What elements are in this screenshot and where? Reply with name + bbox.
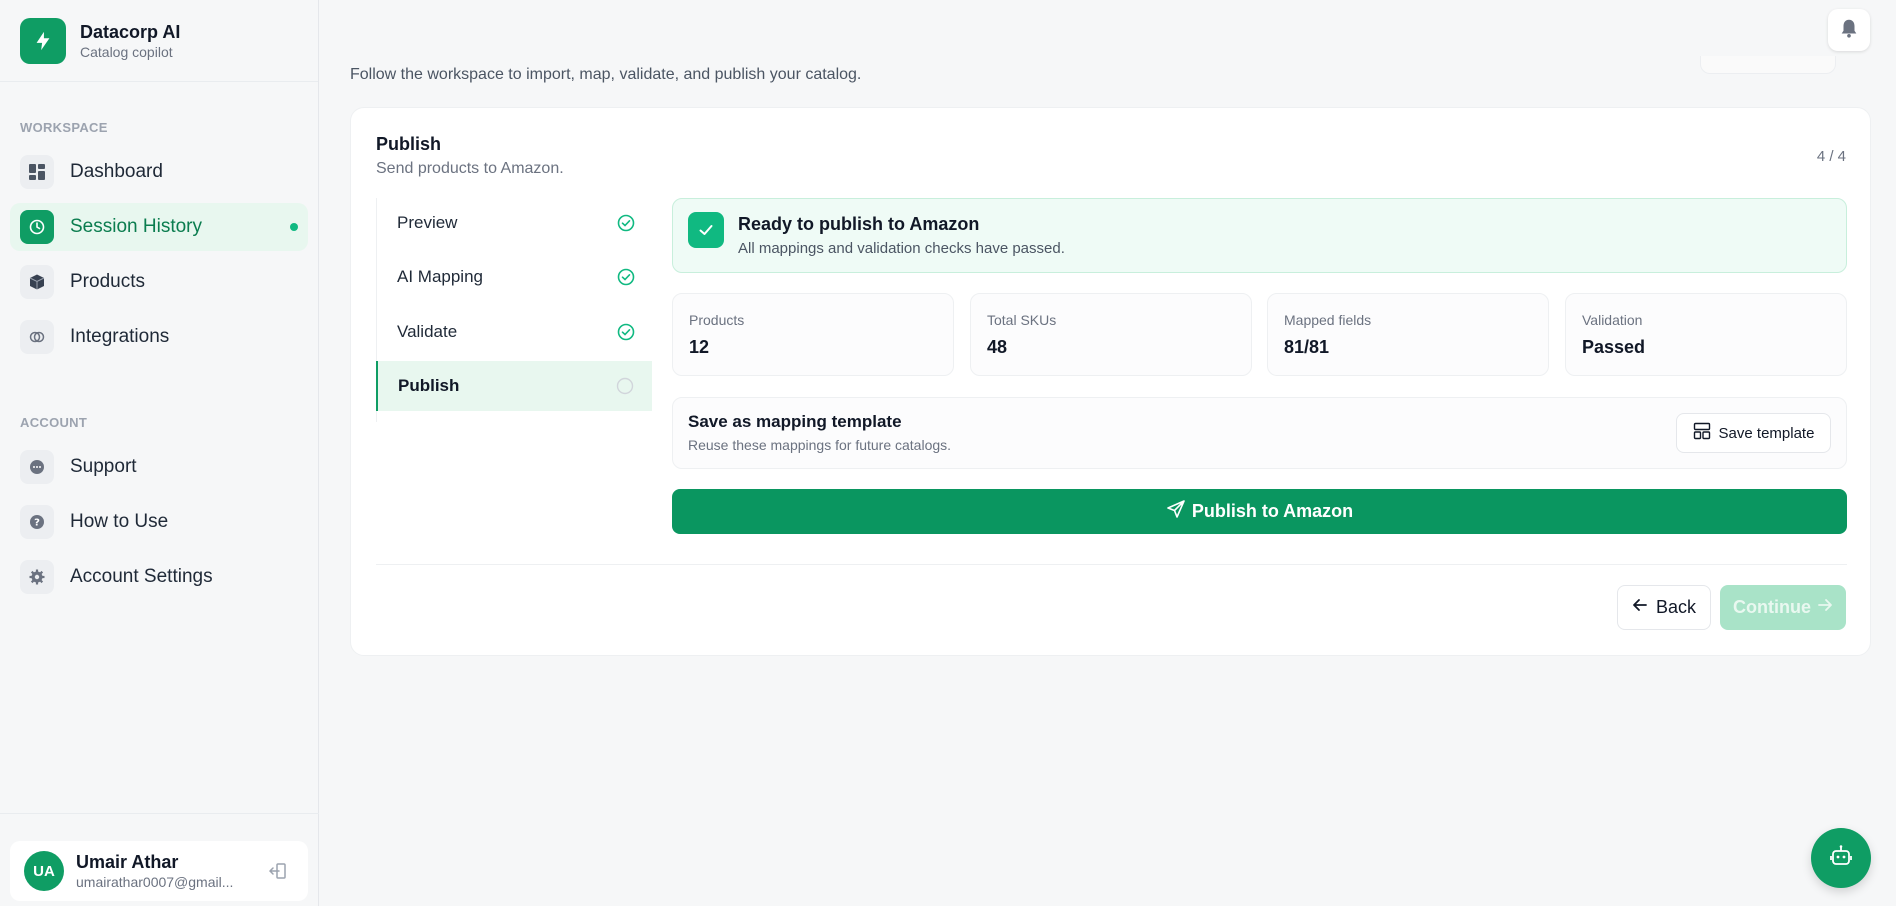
logout-icon[interactable] [268, 861, 288, 881]
box-icon [20, 265, 54, 299]
bolt-icon [20, 17, 66, 64]
step-label: AI Mapping [397, 267, 483, 286]
stat-label: Products [689, 312, 745, 328]
sidebar-item-session-history[interactable]: Session History [10, 203, 308, 251]
template-description: Reuse these mappings for future catalogs… [688, 437, 952, 453]
robot-icon [1828, 843, 1854, 874]
sidebar-item-how-to-use[interactable]: ? How to Use [10, 498, 308, 546]
back-button[interactable]: Back [1617, 585, 1711, 630]
sidebar-item-support[interactable]: Support [10, 443, 308, 491]
sidebar-item-label: Session History [70, 216, 202, 237]
stat-validation: Validation Passed [1565, 293, 1847, 376]
step-preview[interactable]: Preview [377, 198, 653, 248]
workspace-section-label: WORKSPACE [20, 120, 108, 135]
check-circle-icon [617, 323, 635, 341]
stat-products: Products 12 [672, 293, 954, 376]
assistant-chat-button[interactable] [1811, 828, 1871, 888]
divider [0, 813, 319, 814]
user-name: Umair Athar [76, 852, 179, 872]
page-title [350, 28, 357, 59]
user-email: umairathar0007@gmail... [76, 874, 234, 890]
stat-value: 12 [689, 337, 710, 357]
empty-circle-icon [616, 377, 634, 395]
brand-name: Datacorp AI [80, 21, 181, 42]
ready-title: Ready to publish to Amazon [738, 214, 980, 234]
stat-mapped-fields: Mapped fields 81/81 [1267, 293, 1549, 376]
page-subtitle: Follow the workspace to import, map, val… [350, 66, 862, 83]
sidebar-item-products[interactable]: Products [10, 258, 308, 306]
sidebar-item-account-settings[interactable]: Account Settings [10, 553, 308, 601]
check-circle-icon [617, 214, 635, 232]
bell-icon [1838, 17, 1860, 44]
sidebar: Datacorp AI Catalog copilot WORKSPACE Da… [0, 0, 319, 906]
step-label: Validate [397, 322, 458, 341]
divider [376, 564, 1847, 565]
stepper: Preview AI Mapping Validate Publish [376, 198, 652, 422]
stat-label: Mapped fields [1284, 312, 1372, 328]
step-validate[interactable]: Validate [377, 307, 653, 357]
sidebar-item-integrations[interactable]: Integrations [10, 313, 308, 361]
active-indicator-dot [290, 223, 298, 231]
stat-label: Total SKUs [987, 312, 1057, 328]
ready-description: All mappings and validation checks have … [738, 240, 1065, 257]
user-profile-card[interactable]: UA Umair Athar umairathar0007@gmail... [10, 841, 308, 901]
publish-to-amazon-button[interactable]: Publish to Amazon [672, 489, 1847, 534]
stat-value: Passed [1582, 337, 1646, 357]
save-template-label: Save template [1718, 424, 1815, 442]
step-label: Preview [397, 213, 458, 232]
check-icon [688, 212, 724, 248]
account-section-label: ACCOUNT [20, 415, 88, 430]
back-button-label: Back [1655, 597, 1697, 617]
publish-card: Publish Send products to Amazon. 4 / 4 P… [350, 107, 1871, 656]
avatar: UA [24, 851, 64, 891]
sidebar-item-label: Support [70, 456, 137, 477]
chat-icon [20, 450, 54, 484]
arrow-left-icon [1632, 597, 1648, 618]
brand-subtitle: Catalog copilot [80, 43, 173, 60]
gear-icon [20, 560, 54, 594]
step-ai-mapping[interactable]: AI Mapping [377, 252, 653, 302]
sidebar-item-label: Dashboard [70, 161, 163, 182]
sidebar-item-label: Account Settings [70, 566, 213, 587]
check-circle-icon [617, 268, 635, 286]
step-counter: 4 / 4 [1816, 148, 1846, 165]
step-label: Publish [398, 376, 460, 395]
arrow-right-icon [1817, 597, 1833, 618]
sidebar-item-dashboard[interactable]: Dashboard [10, 148, 308, 196]
stat-value: 48 [987, 337, 1008, 357]
sidebar-item-label: How to Use [70, 511, 169, 532]
history-icon [20, 210, 54, 244]
dashboard-icon [20, 155, 54, 189]
sidebar-item-label: Products [70, 271, 145, 292]
mapping-template-panel: Save as mapping template Reuse these map… [672, 397, 1847, 469]
sidebar-item-label: Integrations [70, 326, 170, 347]
brand-header: Datacorp AI Catalog copilot [0, 0, 318, 82]
step-publish[interactable]: Publish [376, 361, 652, 411]
stat-total-skus: Total SKUs 48 [970, 293, 1252, 376]
help-icon: ? [20, 505, 54, 539]
card-title: Publish [376, 134, 442, 154]
stat-value: 81/81 [1284, 337, 1330, 357]
notifications-button[interactable] [1828, 9, 1870, 51]
stat-label: Validation [1582, 312, 1643, 328]
save-template-button[interactable]: Save template [1676, 413, 1831, 453]
header-action-button[interactable] [1700, 56, 1836, 74]
publish-button-label: Publish to Amazon [1191, 501, 1354, 521]
template-icon [1693, 422, 1711, 444]
send-icon [1166, 499, 1186, 524]
template-title: Save as mapping template [688, 412, 902, 431]
card-subtitle: Send products to Amazon. [376, 160, 564, 177]
ready-status-banner: Ready to publish to Amazon All mappings … [672, 198, 1847, 273]
continue-button[interactable]: Continue [1720, 585, 1846, 630]
svg-text:?: ? [34, 518, 40, 529]
link-icon [20, 320, 54, 354]
continue-button-label: Continue [1733, 597, 1811, 617]
